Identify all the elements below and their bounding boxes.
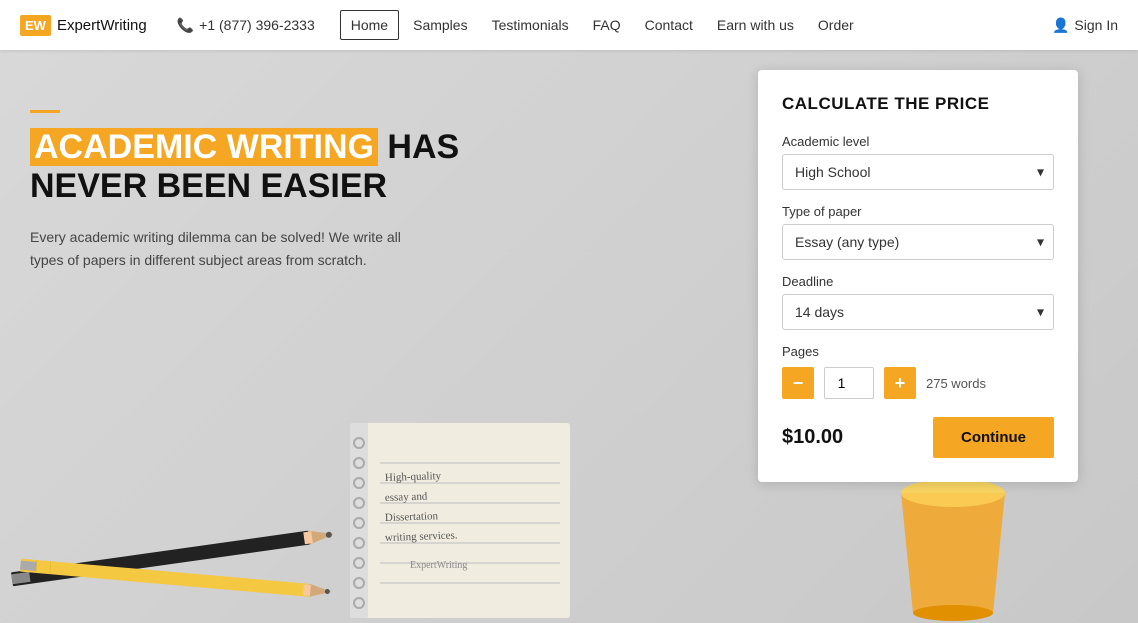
price-display: $10.00	[782, 426, 843, 449]
logo-bold: Expert	[57, 17, 100, 34]
logo-text: ExpertWriting	[57, 17, 147, 34]
nav-testimonials[interactable]: Testimonials	[482, 11, 579, 39]
paper-type-select[interactable]: Essay (any type) Research Paper Term Pap…	[782, 224, 1054, 260]
nav-contact[interactable]: Contact	[635, 11, 703, 39]
hero-subtitle: Every academic writing dilemma can be so…	[30, 226, 430, 271]
phone-number: 📞 +1 (877) 396-2333	[177, 17, 315, 34]
pages-label: Pages	[782, 344, 1054, 359]
decrement-button[interactable]: −	[782, 367, 814, 399]
paper-type-select-wrapper: Essay (any type) Research Paper Term Pap…	[782, 224, 1054, 260]
svg-text:ExpertWriting: ExpertWriting	[410, 560, 467, 571]
notebook-decoration: High-quality essay and Dissertation writ…	[330, 413, 590, 623]
phone-text: +1 (877) 396-2333	[199, 17, 315, 33]
hero-title: ACADEMIC WRITING HAS NEVER BEEN EASIER	[30, 128, 459, 206]
signin-button[interactable]: 👤 Sign In	[1052, 17, 1118, 34]
paper-type-group: Type of paper Essay (any type) Research …	[782, 204, 1054, 260]
calc-title: CALCULATE THE PRICE	[782, 94, 1054, 114]
hero-title-highlight: ACADEMIC WRITING	[30, 128, 378, 166]
paper-type-label: Type of paper	[782, 204, 1054, 219]
calculator-card: CALCULATE THE PRICE Academic level High …	[758, 70, 1078, 482]
increment-button[interactable]: +	[884, 367, 916, 399]
nav-home[interactable]: Home	[340, 10, 399, 40]
main-nav: Home Samples Testimonials FAQ Contact Ea…	[340, 10, 1052, 40]
svg-text:High-quality: High-quality	[385, 470, 442, 484]
academic-level-select[interactable]: High School Undergraduate Graduate PhD	[782, 154, 1054, 190]
hero-content: ACADEMIC WRITING HAS NEVER BEEN EASIER E…	[30, 110, 459, 271]
hero-title-rest-1: HAS	[378, 128, 459, 166]
header: EW ExpertWriting 📞 +1 (877) 396-2333 Hom…	[0, 0, 1138, 50]
nav-samples[interactable]: Samples	[403, 11, 477, 39]
svg-text:Dissertation: Dissertation	[385, 510, 439, 524]
deadline-select[interactable]: 14 days 10 days 7 days 3 days 2 days 24 …	[782, 294, 1054, 330]
hero-section: High-quality essay and Dissertation writ…	[0, 50, 1138, 623]
continue-button[interactable]: Continue	[933, 417, 1054, 458]
nav-faq[interactable]: FAQ	[583, 11, 631, 39]
glass-decoration	[888, 463, 1018, 623]
deadline-label: Deadline	[782, 274, 1054, 289]
deadline-group: Deadline 14 days 10 days 7 days 3 days 2…	[782, 274, 1054, 330]
phone-icon: 📞	[177, 17, 194, 34]
academic-level-group: Academic level High School Undergraduate…	[782, 134, 1054, 190]
logo[interactable]: EW ExpertWriting	[20, 15, 147, 36]
hero-title-rest-2: NEVER BEEN EASIER	[30, 167, 387, 205]
logo-regular: Writing	[100, 17, 146, 34]
pages-input[interactable]	[824, 367, 874, 399]
deadline-select-wrapper: 14 days 10 days 7 days 3 days 2 days 24 …	[782, 294, 1054, 330]
hero-accent-line	[30, 110, 60, 113]
academic-level-select-wrapper: High School Undergraduate Graduate PhD	[782, 154, 1054, 190]
words-count: 275 words	[926, 376, 986, 391]
logo-badge: EW	[20, 15, 51, 36]
signin-icon: 👤	[1052, 17, 1069, 34]
signin-label: Sign In	[1074, 17, 1118, 33]
academic-level-label: Academic level	[782, 134, 1054, 149]
calc-footer: $10.00 Continue	[782, 417, 1054, 458]
nav-order[interactable]: Order	[808, 11, 864, 39]
pages-row: − + 275 words	[782, 367, 1054, 399]
svg-text:writing services.: writing services.	[385, 529, 458, 544]
pencils-decoration	[0, 493, 370, 613]
nav-earn-with-us[interactable]: Earn with us	[707, 11, 804, 39]
svg-text:essay and: essay and	[385, 491, 428, 504]
pages-group: Pages − + 275 words	[782, 344, 1054, 399]
